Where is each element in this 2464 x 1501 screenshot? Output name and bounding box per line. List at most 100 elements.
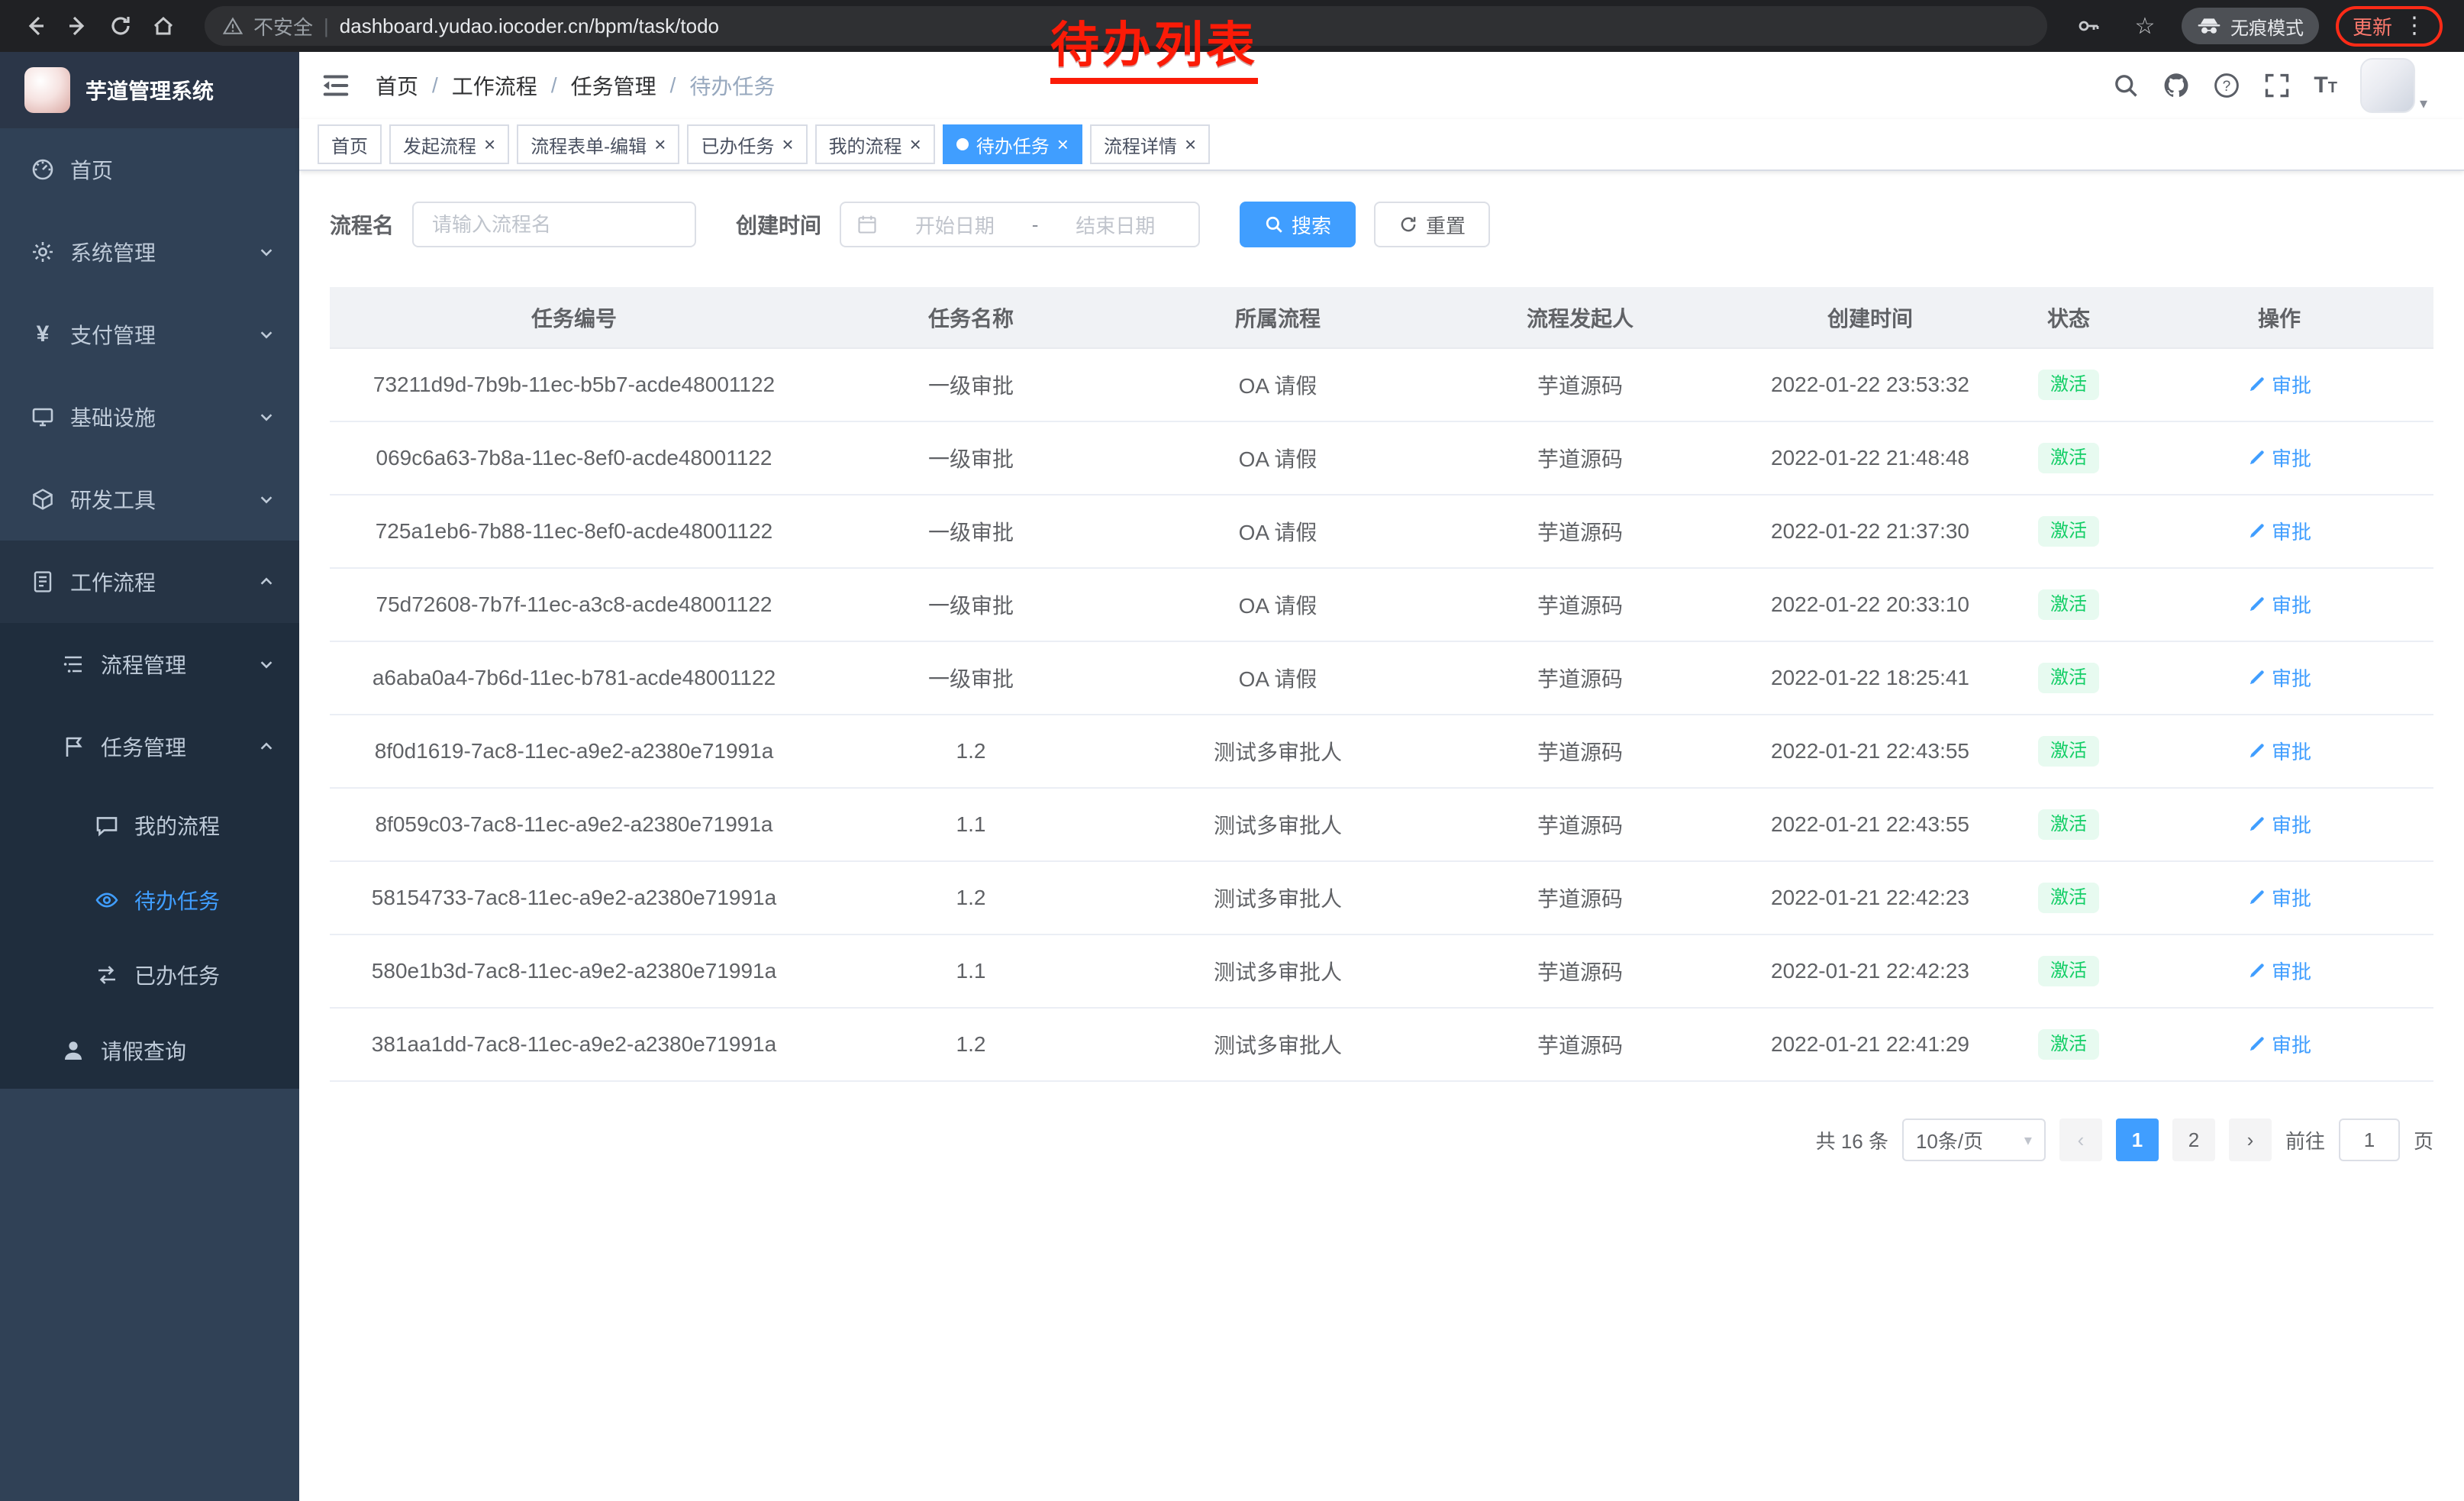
sidebar-item-leave-query[interactable]: 请假查询 [0,1012,299,1089]
table-body: 73211d9d-7b9b-11ec-b5b7-acde48001122 一级审… [330,348,2433,1081]
tab-close-icon[interactable]: × [782,134,793,154]
process-name-input[interactable] [412,202,696,247]
tab-close-icon[interactable]: × [484,134,495,154]
date-range-picker[interactable]: 开始日期 - 结束日期 [840,202,1200,247]
sidebar-item-todo-tasks[interactable]: 待办任务 [0,863,299,938]
table-row[interactable]: 580e1b3d-7ac8-11ec-a9e2-a2380e71991a 1.1… [330,934,2433,1008]
table-row[interactable]: 75d72608-7b7f-11ec-a3c8-acde48001122 一级审… [330,568,2433,641]
goto-label: 前往 [2285,1126,2325,1154]
status-badge: 激活 [2038,883,2099,914]
sidebar-item-workflow[interactable]: 工作流程 [0,541,299,623]
sidebar-item-label: 工作流程 [70,567,156,597]
sidebar-item-process-mgmt[interactable]: 流程管理 [0,623,299,705]
fullscreen-icon[interactable] [2263,72,2291,99]
breadcrumb-home[interactable]: 首页 [376,70,418,101]
reset-button[interactable]: 重置 [1374,202,1490,247]
approve-link[interactable]: 审批 [2247,957,2311,985]
cell-status: 激活 [2012,421,2125,495]
table-row[interactable]: 069c6a63-7b8a-11ec-8ef0-acde48001122 一级审… [330,421,2433,495]
cell-process: OA 请假 [1124,348,1432,421]
table-row[interactable]: 73211d9d-7b9b-11ec-b5b7-acde48001122 一级审… [330,348,2433,421]
range-separator: - [1032,213,1039,237]
sidebar-item-label: 已办任务 [134,960,220,990]
table-row[interactable]: 58154733-7ac8-11ec-a9e2-a2380e71991a 1.2… [330,861,2433,934]
back-icon[interactable] [15,6,55,46]
update-chip[interactable]: 更新 ⋮ [2336,6,2443,47]
table-row[interactable]: 725a1eb6-7b88-11ec-8ef0-acde48001122 一级审… [330,495,2433,568]
approve-link[interactable]: 审批 [2247,737,2311,765]
eye-icon [95,888,119,912]
sidebar-item-system[interactable]: 系统管理 [0,211,299,293]
sidebar-item-done-tasks[interactable]: 已办任务 [0,938,299,1012]
approve-link[interactable]: 审批 [2247,810,2311,838]
search-icon[interactable] [2112,72,2140,99]
cell-process: 测试多审批人 [1124,715,1432,788]
sidebar-item-payment[interactable]: ¥ 支付管理 [0,293,299,376]
chevron-down-icon: ▾ [2420,94,2427,113]
tab-form-edit[interactable]: 流程表单-编辑 × [517,124,679,164]
table-row[interactable]: 381aa1dd-7ac8-11ec-a9e2-a2380e71991a 1.2… [330,1008,2433,1081]
sidebar-item-devtools[interactable]: 研发工具 [0,458,299,541]
page-button-1[interactable]: 1 [2116,1118,2159,1161]
tab-todo-tasks[interactable]: 待办任务 × [943,124,1082,164]
breadcrumb: 首页 / 工作流程 / 任务管理 / 待办任务 [376,70,775,101]
approve-link[interactable]: 审批 [2247,370,2311,399]
refresh-icon[interactable] [101,6,140,46]
browser-menu-dots-icon[interactable]: ⋮ [2403,15,2426,37]
home-icon[interactable] [144,6,183,46]
prev-page-button[interactable]: ‹ [2059,1118,2102,1161]
next-page-button[interactable]: › [2229,1118,2272,1161]
status-badge: 激活 [2038,443,2099,474]
process-list-icon [61,652,85,676]
breadcrumb-workflow[interactable]: 工作流程 [452,70,537,101]
cell-status: 激活 [2012,568,2125,641]
sidebar-item-home[interactable]: 首页 [0,128,299,211]
font-size-icon[interactable]: TT [2314,74,2337,97]
approve-link[interactable]: 审批 [2247,1030,2311,1058]
edit-icon [2247,376,2266,394]
tab-done-tasks[interactable]: 已办任务 × [687,124,807,164]
key-icon[interactable] [2069,6,2108,46]
cell-status: 激活 [2012,861,2125,934]
sidebar-item-label: 流程管理 [101,649,186,679]
sidebar-item-label: 基础设施 [70,402,156,432]
sidebar-item-task-mgmt[interactable]: 任务管理 [0,705,299,788]
breadcrumb-task-mgmt[interactable]: 任务管理 [571,70,656,101]
table-row[interactable]: 8f059c03-7ac8-11ec-a9e2-a2380e71991a 1.1… [330,788,2433,861]
tab-process-detail[interactable]: 流程详情 × [1090,124,1210,164]
page-size-select[interactable]: 10条/页 ▾ [1902,1118,2046,1161]
search-button[interactable]: 搜索 [1240,202,1356,247]
approve-link[interactable]: 审批 [2247,883,2311,912]
forward-icon[interactable] [58,6,98,46]
cell-created: 2022-01-21 22:42:23 [1728,861,2012,934]
approve-link[interactable]: 审批 [2247,444,2311,472]
sidebar-item-my-process[interactable]: 我的流程 [0,788,299,863]
sidebar-collapse-icon[interactable] [321,70,351,101]
person-icon [61,1038,85,1063]
table-row[interactable]: 8f0d1619-7ac8-11ec-a9e2-a2380e71991a 1.2… [330,715,2433,788]
table-row[interactable]: a6aba0a4-7b6d-11ec-b781-acde48001122 一级审… [330,641,2433,715]
page-button-2[interactable]: 2 [2172,1118,2215,1161]
goto-page-input[interactable] [2339,1118,2400,1161]
avatar-dropdown[interactable]: ▾ [2360,58,2427,113]
help-icon[interactable]: ? [2213,72,2240,99]
approve-link[interactable]: 审批 [2247,590,2311,618]
incognito-icon [2197,17,2221,35]
status-badge: 激活 [2038,370,2099,401]
approve-link[interactable]: 审批 [2247,663,2311,692]
tab-close-icon[interactable]: × [1057,134,1069,154]
task-icon [61,734,85,759]
tab-close-icon[interactable]: × [1185,134,1196,154]
top-header: 首页 / 工作流程 / 任务管理 / 待办任务 ? TT ▾ [299,52,2464,119]
tab-my-process[interactable]: 我的流程 × [815,124,935,164]
approve-link[interactable]: 审批 [2247,517,2311,545]
tab-home[interactable]: 首页 [318,124,382,164]
tab-close-icon[interactable]: × [910,134,921,154]
cell-created: 2022-01-21 22:43:55 [1728,788,2012,861]
sidebar-item-infrastructure[interactable]: 基础设施 [0,376,299,458]
tab-close-icon[interactable]: × [654,134,666,154]
tab-initiate-process[interactable]: 发起流程 × [389,124,509,164]
avatar[interactable] [2360,58,2415,113]
bookmark-star-icon[interactable]: ☆ [2125,6,2165,46]
github-icon[interactable] [2162,72,2190,99]
